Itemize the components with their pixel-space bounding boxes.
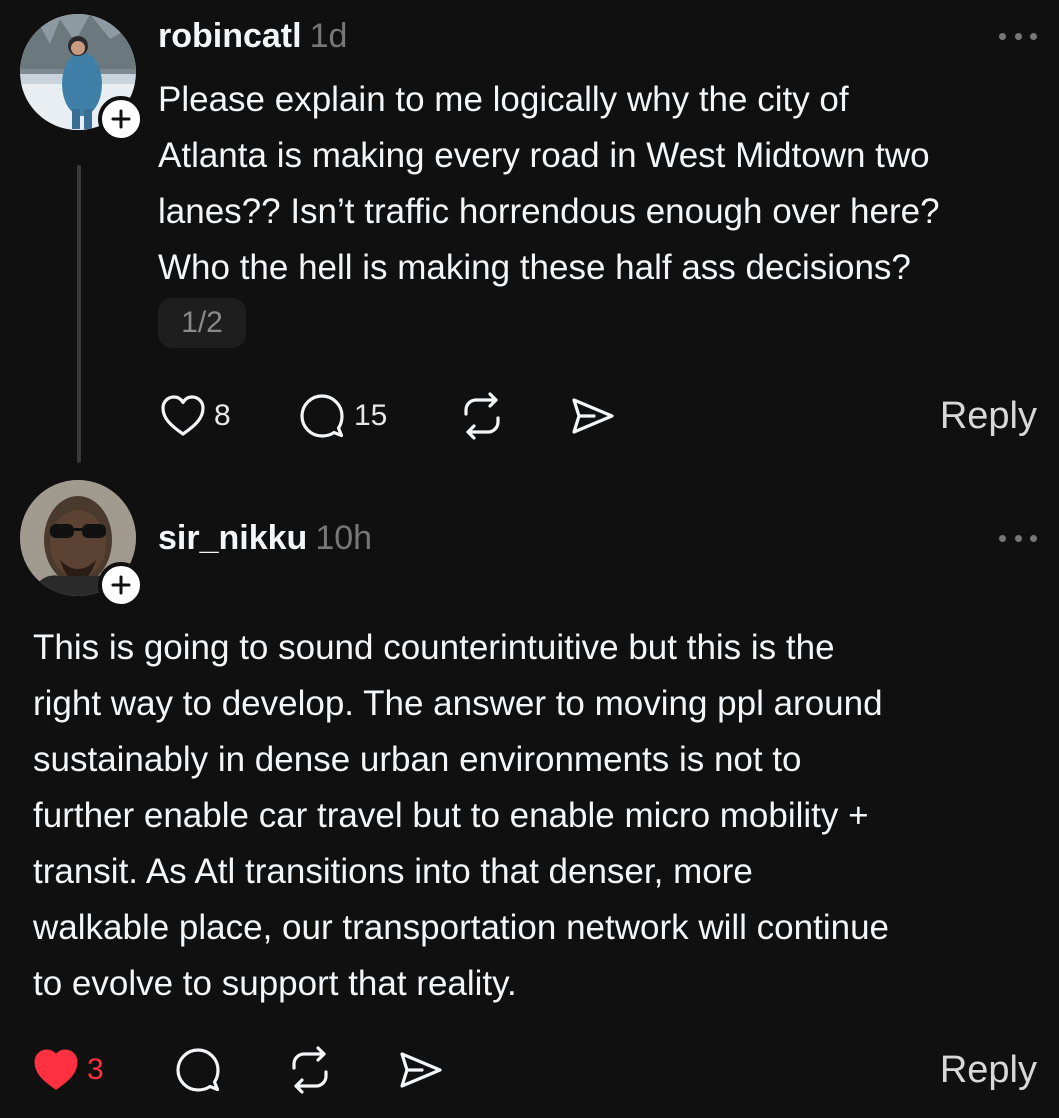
comment-bubble-icon <box>300 394 344 438</box>
comment-count: 15 <box>354 399 388 432</box>
follow-button[interactable] <box>98 562 144 608</box>
more-options-button[interactable] <box>999 532 1037 544</box>
more-dots-icon <box>999 534 1006 542</box>
post1-header: robincatl 1d <box>158 16 347 56</box>
plus-icon <box>111 109 131 129</box>
send-icon <box>400 1052 442 1088</box>
post1-actions: 8 15 Reply <box>0 386 1059 446</box>
text-line: transit. As Atl transitions into that de… <box>33 852 753 891</box>
like-count: 8 <box>214 399 231 432</box>
text-line: This is going to sound counterintuitive … <box>33 628 835 667</box>
like-button[interactable]: 3 <box>33 1040 104 1100</box>
timestamp: 1d <box>309 17 348 55</box>
text-line: lanes?? Isn’t traffic horrendous enough … <box>158 192 940 231</box>
thread-page-indicator: 1/2 <box>158 298 246 348</box>
text-line: further enable car travel but to enable … <box>33 796 869 835</box>
share-button[interactable] <box>568 386 616 446</box>
heart-icon <box>161 395 205 436</box>
more-options-button[interactable] <box>999 30 1037 42</box>
send-icon <box>572 398 614 434</box>
repost-icon <box>464 392 500 440</box>
username[interactable]: robincatl <box>158 17 302 55</box>
comment-bubble-icon <box>176 1048 220 1092</box>
text-line: to evolve to support that reality. <box>33 964 517 1003</box>
plus-icon <box>111 575 131 595</box>
post1-text: Please explain to me logically why the c… <box>158 72 940 296</box>
like-button[interactable]: 8 <box>160 386 231 446</box>
repost-icon <box>292 1046 328 1094</box>
text-line: Please explain to me logically why the c… <box>158 80 849 119</box>
share-button[interactable] <box>396 1040 444 1100</box>
text-line: Who the hell is making these half ass de… <box>158 248 911 287</box>
timestamp: 10h <box>315 519 373 557</box>
post2-avatar-wrap[interactable] <box>20 480 144 608</box>
like-count: 3 <box>87 1053 104 1086</box>
text-line: Atlanta is making every road in West Mid… <box>158 136 930 175</box>
comment-button[interactable] <box>174 1040 222 1100</box>
text-line: right way to develop. The answer to movi… <box>33 684 883 723</box>
follow-button[interactable] <box>98 96 144 142</box>
username[interactable]: sir_nikku <box>158 519 307 557</box>
reply-button[interactable]: Reply <box>940 1040 1037 1100</box>
text-line: sustainably in dense urban environments … <box>33 740 802 779</box>
post2-header: sir_nikku 10h <box>158 518 372 558</box>
post2-actions: 3 Reply <box>0 1040 1059 1100</box>
comment-button[interactable]: 15 <box>298 386 387 446</box>
reply-button[interactable]: Reply <box>940 386 1037 446</box>
repost-button[interactable] <box>286 1040 334 1100</box>
threads-conversation: robincatl 1d Please explain to me logical… <box>0 0 1059 1118</box>
more-dots-icon <box>999 32 1006 40</box>
text-line: walkable place, our transportation netwo… <box>33 908 890 947</box>
post1-avatar-wrap[interactable] <box>20 14 144 142</box>
heart-icon <box>34 1049 78 1090</box>
post2-text: This is going to sound counterintuitive … <box>33 620 889 1012</box>
repost-button[interactable] <box>458 386 506 446</box>
